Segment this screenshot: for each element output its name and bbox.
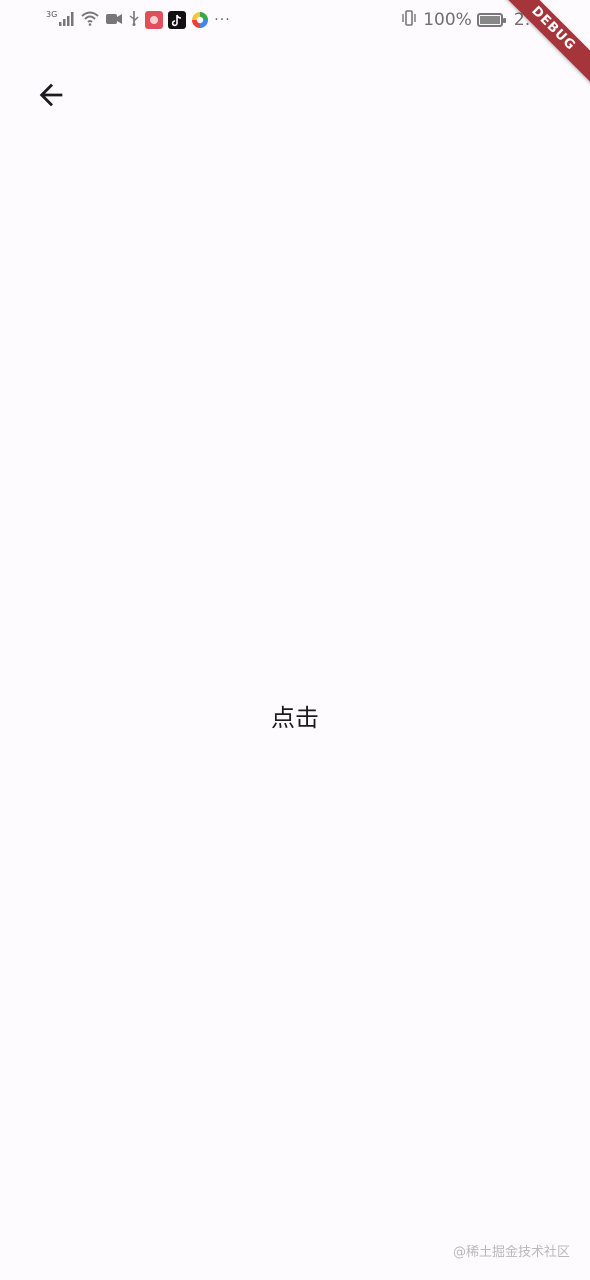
signal-icon xyxy=(59,11,75,30)
more-notifications-indicator: ··· xyxy=(214,12,231,28)
app-color-icon xyxy=(191,11,210,29)
status-left: 3G ··· xyxy=(46,8,231,32)
app-red-icon xyxy=(145,11,164,29)
vibrate-icon xyxy=(400,9,418,31)
battery-icon xyxy=(476,13,506,27)
tap-label[interactable]: 点击 xyxy=(0,698,590,733)
video-icon xyxy=(105,11,123,30)
battery-level-fill xyxy=(479,16,500,24)
wifi-icon xyxy=(80,10,100,30)
usb-icon xyxy=(128,10,140,30)
arrow-back-icon xyxy=(39,83,63,107)
status-bar: 3G ··· 100% xyxy=(0,0,590,40)
network-type-label: 3G xyxy=(46,9,58,19)
app-screen: { "status_bar": { "network_label": "3G",… xyxy=(0,0,590,1280)
back-button[interactable] xyxy=(28,72,74,118)
tiktok-icon xyxy=(168,11,187,29)
battery-percentage: 100% xyxy=(423,10,472,30)
watermark: @稀土掘金技术社区 xyxy=(452,1245,570,1260)
